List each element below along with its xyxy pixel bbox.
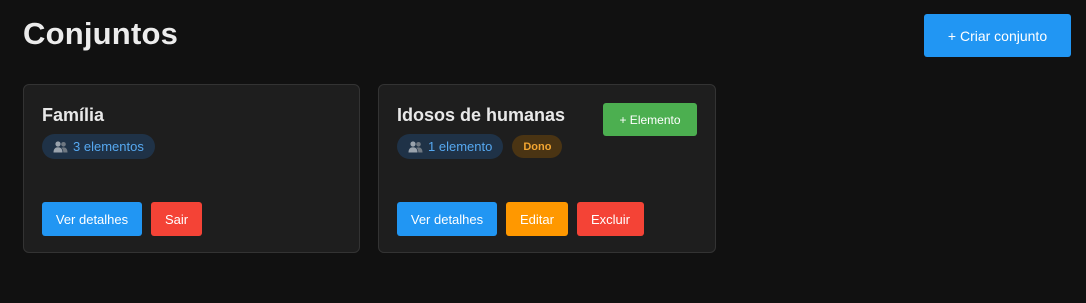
- edit-button[interactable]: Editar: [506, 202, 568, 236]
- set-card-idosos: Idosos de humanas + Elemento 1 elemento …: [378, 84, 716, 253]
- set-card-familia: Família 3 elementos Ver detalhes Sair: [23, 84, 360, 253]
- owner-badge: Dono: [512, 135, 563, 158]
- set-actions: Ver detalhes Editar Excluir: [397, 202, 644, 236]
- members-count-badge: 1 elemento: [397, 134, 504, 159]
- page-title: Conjuntos: [23, 16, 179, 51]
- people-icon: [53, 140, 68, 153]
- page: Conjuntos + Criar conjunto Família 3 ele…: [0, 0, 1086, 303]
- members-count-label: 1 elemento: [428, 139, 493, 154]
- members-count-badge: 3 elementos: [42, 134, 155, 159]
- add-element-button[interactable]: + Elemento: [603, 103, 697, 136]
- members-count-label: 3 elementos: [73, 139, 144, 154]
- set-meta: 3 elementos: [42, 134, 155, 159]
- create-set-button[interactable]: + Criar conjunto: [924, 14, 1071, 57]
- people-icon: [408, 140, 423, 153]
- view-details-button[interactable]: Ver detalhes: [42, 202, 142, 236]
- view-details-button[interactable]: Ver detalhes: [397, 202, 497, 236]
- leave-button[interactable]: Sair: [151, 202, 202, 236]
- set-meta: 1 elemento Dono: [397, 134, 563, 159]
- set-name: Idosos de humanas: [397, 105, 566, 125]
- set-name: Família: [42, 105, 105, 125]
- set-actions: Ver detalhes Sair: [42, 202, 202, 236]
- delete-button[interactable]: Excluir: [577, 202, 644, 236]
